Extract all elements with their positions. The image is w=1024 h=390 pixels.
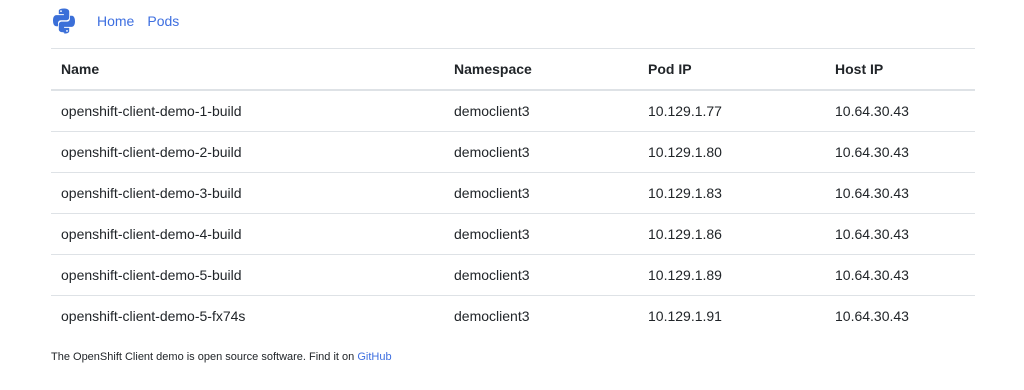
- pod-name-cell: openshift-client-demo-4-build: [51, 213, 444, 255]
- pod-name-cell: openshift-client-demo-5-fx74s: [51, 295, 444, 336]
- python-logo-icon[interactable]: [50, 7, 78, 35]
- column-header-namespace: Namespace: [444, 48, 638, 91]
- host-ip-cell: 10.64.30.43: [825, 254, 975, 296]
- namespace-cell: democlient3: [444, 213, 638, 255]
- table-header-row: Name Namespace Pod IP Host IP: [51, 48, 975, 91]
- pod-name-cell: openshift-client-demo-2-build: [51, 131, 444, 173]
- namespace-cell: democlient3: [444, 172, 638, 214]
- table-row: openshift-client-demo-4-build democlient…: [51, 213, 975, 255]
- host-ip-cell: 10.64.30.43: [825, 172, 975, 214]
- column-header-pod-ip: Pod IP: [638, 48, 825, 91]
- namespace-cell: democlient3: [444, 254, 638, 296]
- pod-name-cell: openshift-client-demo-5-build: [51, 254, 444, 296]
- namespace-cell: democlient3: [444, 89, 638, 132]
- navbar: Home Pods: [50, 6, 179, 36]
- host-ip-cell: 10.64.30.43: [825, 295, 975, 336]
- host-ip-cell: 10.64.30.43: [825, 89, 975, 132]
- table-row: openshift-client-demo-1-build democlient…: [51, 89, 975, 132]
- pod-ip-cell: 10.129.1.86: [638, 213, 825, 255]
- host-ip-cell: 10.64.30.43: [825, 213, 975, 255]
- pod-ip-cell: 10.129.1.89: [638, 254, 825, 296]
- github-link[interactable]: GitHub: [357, 351, 391, 363]
- pod-ip-cell: 10.129.1.83: [638, 172, 825, 214]
- pod-name-cell: openshift-client-demo-3-build: [51, 172, 444, 214]
- nav-link-home[interactable]: Home: [97, 13, 134, 29]
- pod-ip-cell: 10.129.1.91: [638, 295, 825, 336]
- footer: The OpenShift Client demo is open source…: [51, 351, 392, 363]
- column-header-name: Name: [51, 48, 444, 91]
- nav-link-pods[interactable]: Pods: [147, 13, 179, 29]
- pods-table-container: Name Namespace Pod IP Host IP openshift-…: [51, 48, 975, 336]
- pod-ip-cell: 10.129.1.80: [638, 131, 825, 173]
- table-row: openshift-client-demo-2-build democlient…: [51, 131, 975, 173]
- pods-table: Name Namespace Pod IP Host IP openshift-…: [51, 48, 975, 336]
- footer-text: The OpenShift Client demo is open source…: [51, 351, 358, 363]
- pod-name-cell: openshift-client-demo-1-build: [51, 89, 444, 132]
- table-row: openshift-client-demo-5-fx74s democlient…: [51, 295, 975, 336]
- namespace-cell: democlient3: [444, 295, 638, 336]
- namespace-cell: democlient3: [444, 131, 638, 173]
- table-row: openshift-client-demo-3-build democlient…: [51, 172, 975, 214]
- column-header-host-ip: Host IP: [825, 48, 975, 91]
- table-row: openshift-client-demo-5-build democlient…: [51, 254, 975, 296]
- host-ip-cell: 10.64.30.43: [825, 131, 975, 173]
- pod-ip-cell: 10.129.1.77: [638, 89, 825, 132]
